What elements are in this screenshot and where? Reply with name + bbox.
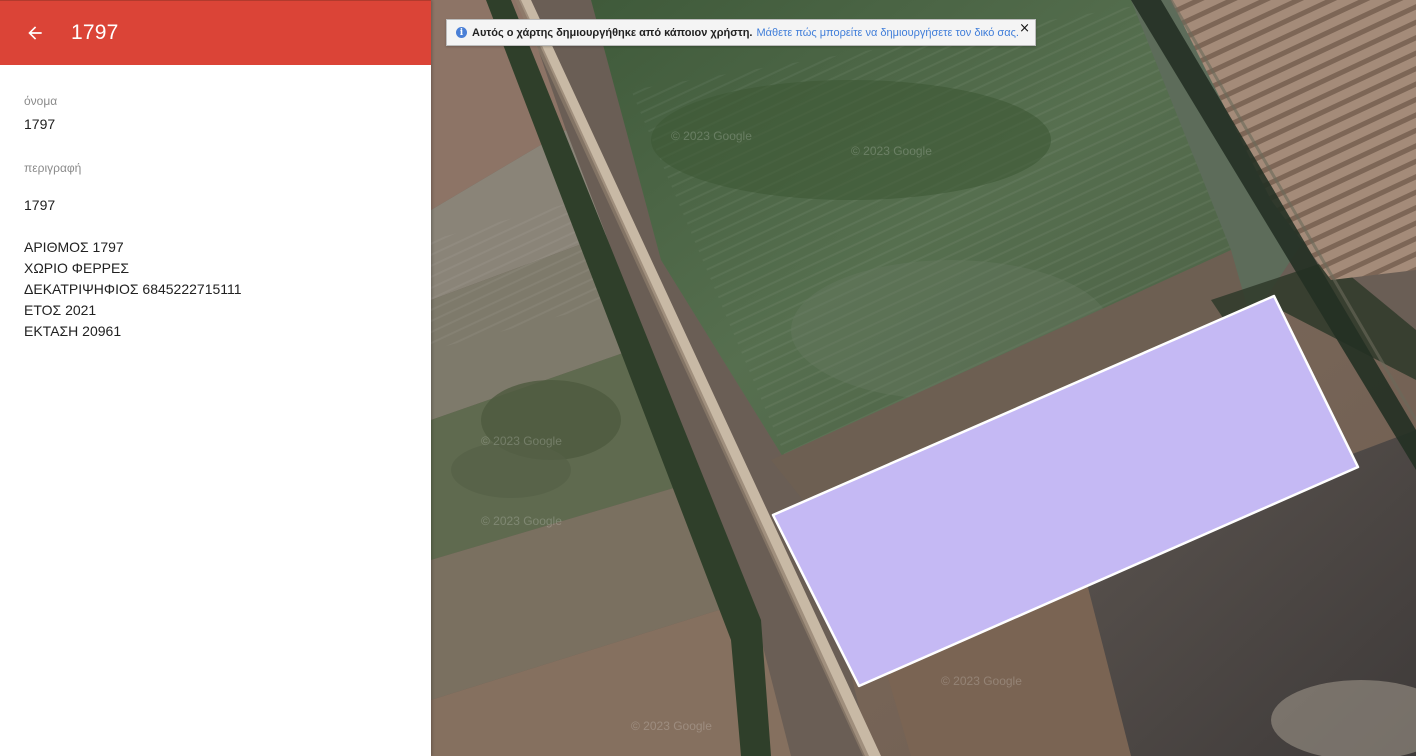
svg-text:© 2023 Google: © 2023 Google	[671, 129, 752, 143]
feature-details-panel: 1797 όνομα 1797 περιγραφή 1797 ΑΡΙΘΜΟΣ 1…	[0, 0, 431, 756]
description-line: ΧΩΡΙΟ ΦΕΡΡΕΣ	[24, 260, 129, 276]
satellite-imagery: © 2023 Google © 2023 Google © 2023 Googl…	[431, 0, 1416, 756]
feature-details: όνομα 1797 περιγραφή 1797 ΑΡΙΘΜΟΣ 1797 Χ…	[0, 65, 431, 342]
description-line: ΔΕΚΑΤΡΙΨΗΦΙΟΣ 6845222715111	[24, 281, 242, 297]
close-icon[interactable]: ×	[1019, 21, 1030, 36]
name-label: όνομα	[24, 94, 58, 108]
notice-text: Αυτός ο χάρτης δημιουργήθηκε από κάποιον…	[472, 26, 753, 39]
svg-text:© 2023 Google: © 2023 Google	[481, 434, 562, 448]
description-line	[24, 216, 407, 237]
description-label: περιγραφή	[24, 161, 82, 175]
svg-text:© 2023 Google: © 2023 Google	[481, 514, 562, 528]
info-icon: i	[456, 27, 467, 38]
description-line: ΕΤΟΣ 2021	[24, 302, 97, 318]
svg-text:© 2023 Google: © 2023 Google	[941, 674, 1022, 688]
description-line: 1797	[24, 197, 56, 213]
panel-header: 1797	[0, 0, 431, 65]
back-button[interactable]	[17, 15, 53, 51]
description-line: ΕΚΤΑΣΗ 20961	[24, 323, 122, 339]
my-maps-viewer: 1797 όνομα 1797 περιγραφή 1797 ΑΡΙΘΜΟΣ 1…	[0, 0, 1416, 756]
description-line: ΑΡΙΘΜΟΣ 1797	[24, 239, 124, 255]
user-map-notice: i Αυτός ο χάρτης δημιουργήθηκε από κάποι…	[446, 19, 1036, 46]
svg-text:© 2023 Google: © 2023 Google	[851, 144, 932, 158]
description-field: περιγραφή 1797 ΑΡΙΘΜΟΣ 1797 ΧΩΡΙΟ ΦΕΡΡΕΣ…	[24, 160, 407, 342]
description-value: 1797 ΑΡΙΘΜΟΣ 1797 ΧΩΡΙΟ ΦΕΡΡΕΣ ΔΕΚΑΤΡΙΨΗ…	[24, 195, 407, 342]
name-field: όνομα 1797	[24, 93, 407, 135]
satellite-map[interactable]: © 2023 Google © 2023 Google © 2023 Googl…	[431, 0, 1416, 756]
feature-title: 1797	[71, 21, 119, 44]
name-value: 1797	[24, 116, 56, 132]
arrow-back-icon	[28, 26, 42, 40]
svg-text:© 2023 Google: © 2023 Google	[631, 719, 712, 733]
learn-more-link[interactable]: Μάθετε πώς μπορείτε να δημιουργήσετε τον…	[756, 27, 1018, 39]
